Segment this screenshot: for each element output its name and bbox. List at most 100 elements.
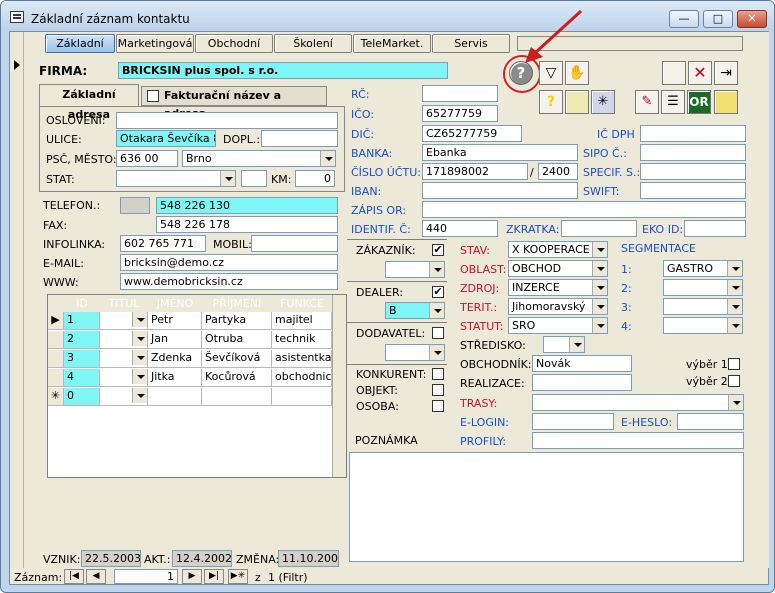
dodavatel-select[interactable] [385,344,445,361]
minimize-button[interactable]: — [669,10,699,28]
telefon-field[interactable]: 548 226 130 [156,197,338,214]
chevron-down-icon[interactable] [429,303,444,318]
chevron-down-icon[interactable] [220,171,235,186]
grid-cell-funkce[interactable]: technik [272,331,332,349]
grid-cell-funkce[interactable]: asistentka [272,350,332,368]
copy-icon[interactable] [662,61,686,85]
certificate-icon[interactable] [714,90,738,114]
zakaznik-checkbox[interactable]: ✔ [432,244,444,256]
statut-select[interactable]: SRO [508,317,608,334]
export-icon[interactable]: ⇥ [714,61,738,85]
trasy-select[interactable] [532,394,744,411]
grid-cell-funkce[interactable]: majitel [272,312,332,330]
grid-scrollbar[interactable] [332,295,346,477]
next-record-button[interactable]: ▶ [182,569,202,584]
osloveni-field[interactable] [116,112,338,129]
grid-cell-prijmeni[interactable]: Kocůrová [202,369,272,387]
grid-cell-titul[interactable] [100,350,148,368]
stat-select[interactable] [116,170,236,187]
zakaznik-select[interactable] [385,261,445,278]
grid-cell-prijmeni[interactable] [202,388,272,406]
infolinka-field[interactable]: 602 765 771 [120,235,206,252]
km-field[interactable]: 0 [295,170,335,187]
rc-field[interactable] [422,85,498,102]
segment-3-select[interactable] [663,298,743,315]
chevron-down-icon[interactable] [592,280,607,295]
vyber1-checkbox[interactable] [728,358,740,370]
chevron-down-icon[interactable] [132,312,147,327]
maximize-button[interactable]: □ [703,10,733,28]
chevron-down-icon[interactable] [728,395,743,410]
list-icon[interactable]: ☰ [661,90,685,114]
profily-field[interactable] [532,432,744,449]
obchodnik-field[interactable]: Novák [532,355,632,372]
grid-cell-titul[interactable] [100,388,148,406]
tab-telemarket[interactable]: TeleMarket. [353,34,431,53]
subtab-billing[interactable]: Fakturační název a adresa [141,86,327,120]
swift-field[interactable] [640,182,746,199]
segment-1-select[interactable]: GASTRO [663,260,743,277]
dic-field[interactable]: CZ65277759 [422,125,522,142]
paint-icon[interactable]: ✎ [635,90,659,114]
or-icon[interactable]: OR [687,90,711,114]
grid-header-jmeno[interactable]: JMÉNO [148,295,202,312]
grid-cell-jmeno[interactable] [148,388,202,406]
mobil-field[interactable] [251,235,338,252]
chevron-down-icon[interactable] [727,280,742,295]
icdph-field[interactable] [640,125,746,142]
ruler-icon[interactable] [565,90,589,114]
record-number-field[interactable]: 1 [114,569,178,584]
dealer-select[interactable]: B [385,302,445,319]
grid-cell-titul[interactable] [100,369,148,387]
www-field[interactable]: www.demobricksin.cz [120,273,338,290]
chevron-down-icon[interactable] [132,369,147,384]
identif-field[interactable]: 440 [422,220,498,237]
row-selector[interactable] [48,331,64,349]
chevron-down-icon[interactable] [727,318,742,333]
new-record-button[interactable]: ▶✳ [228,569,248,584]
elogin-field[interactable] [532,413,614,430]
tab-servis[interactable]: Servis [432,34,510,53]
specif-field[interactable] [640,163,746,180]
ico-field[interactable]: 65277759 [422,105,498,122]
grid-cell-jmeno[interactable]: Petr [148,312,202,330]
tab-skoleni[interactable]: Školení [274,34,352,53]
tab-marketingova[interactable]: Marketingová [116,34,194,53]
realizace-field[interactable] [532,374,632,391]
tab-zakladni[interactable]: Základní [45,34,115,53]
fax-field[interactable]: 548 226 178 [156,216,338,233]
grid-cell-prijmeni[interactable]: Otruba [202,331,272,349]
delete-record-icon[interactable]: ✕ [688,61,712,85]
chevron-down-icon[interactable] [132,388,147,403]
ulice-field[interactable]: Otakara Ševčíka 85 [116,130,216,147]
dealer-checkbox[interactable]: ✔ [432,286,444,298]
vyber2-checkbox[interactable] [728,375,740,387]
psc-field[interactable]: 636 00 [116,150,178,167]
prev-record-button[interactable]: ◀ [86,569,106,584]
grid-cell-id[interactable]: 2 [64,331,100,349]
banka-field[interactable]: Ebanka [422,144,578,161]
row-selector[interactable] [48,369,64,387]
chevron-down-icon[interactable] [727,299,742,314]
sipo-field[interactable] [640,144,746,161]
chevron-down-icon[interactable] [429,262,444,277]
ucet-field[interactable]: 171898002 [422,163,528,180]
chevron-down-icon[interactable] [132,331,147,346]
konkurent-checkbox[interactable] [432,368,444,380]
grid-cell-id[interactable]: 3 [64,350,100,368]
grid-cell-jmeno[interactable]: Jitka [148,369,202,387]
first-record-button[interactable]: |◀ [64,569,84,584]
grid-cell-id[interactable]: 4 [64,369,100,387]
chevron-down-icon[interactable] [320,151,335,166]
grid-cell-funkce[interactable] [272,388,332,406]
stat-code-field[interactable] [241,170,267,187]
segment-2-select[interactable] [663,279,743,296]
grid-cell-prijmeni[interactable]: Ševčíková [202,350,272,368]
last-record-button[interactable]: ▶| [204,569,224,584]
zapis-field[interactable] [422,201,746,218]
grid-cell-titul[interactable] [100,312,148,330]
email-field[interactable]: bricksin@demo.cz [120,254,338,271]
chevron-down-icon[interactable] [569,337,584,352]
grid-header-titul[interactable]: TITUL [100,295,148,312]
grid-header-funkce[interactable]: FUNKCE [272,295,332,312]
